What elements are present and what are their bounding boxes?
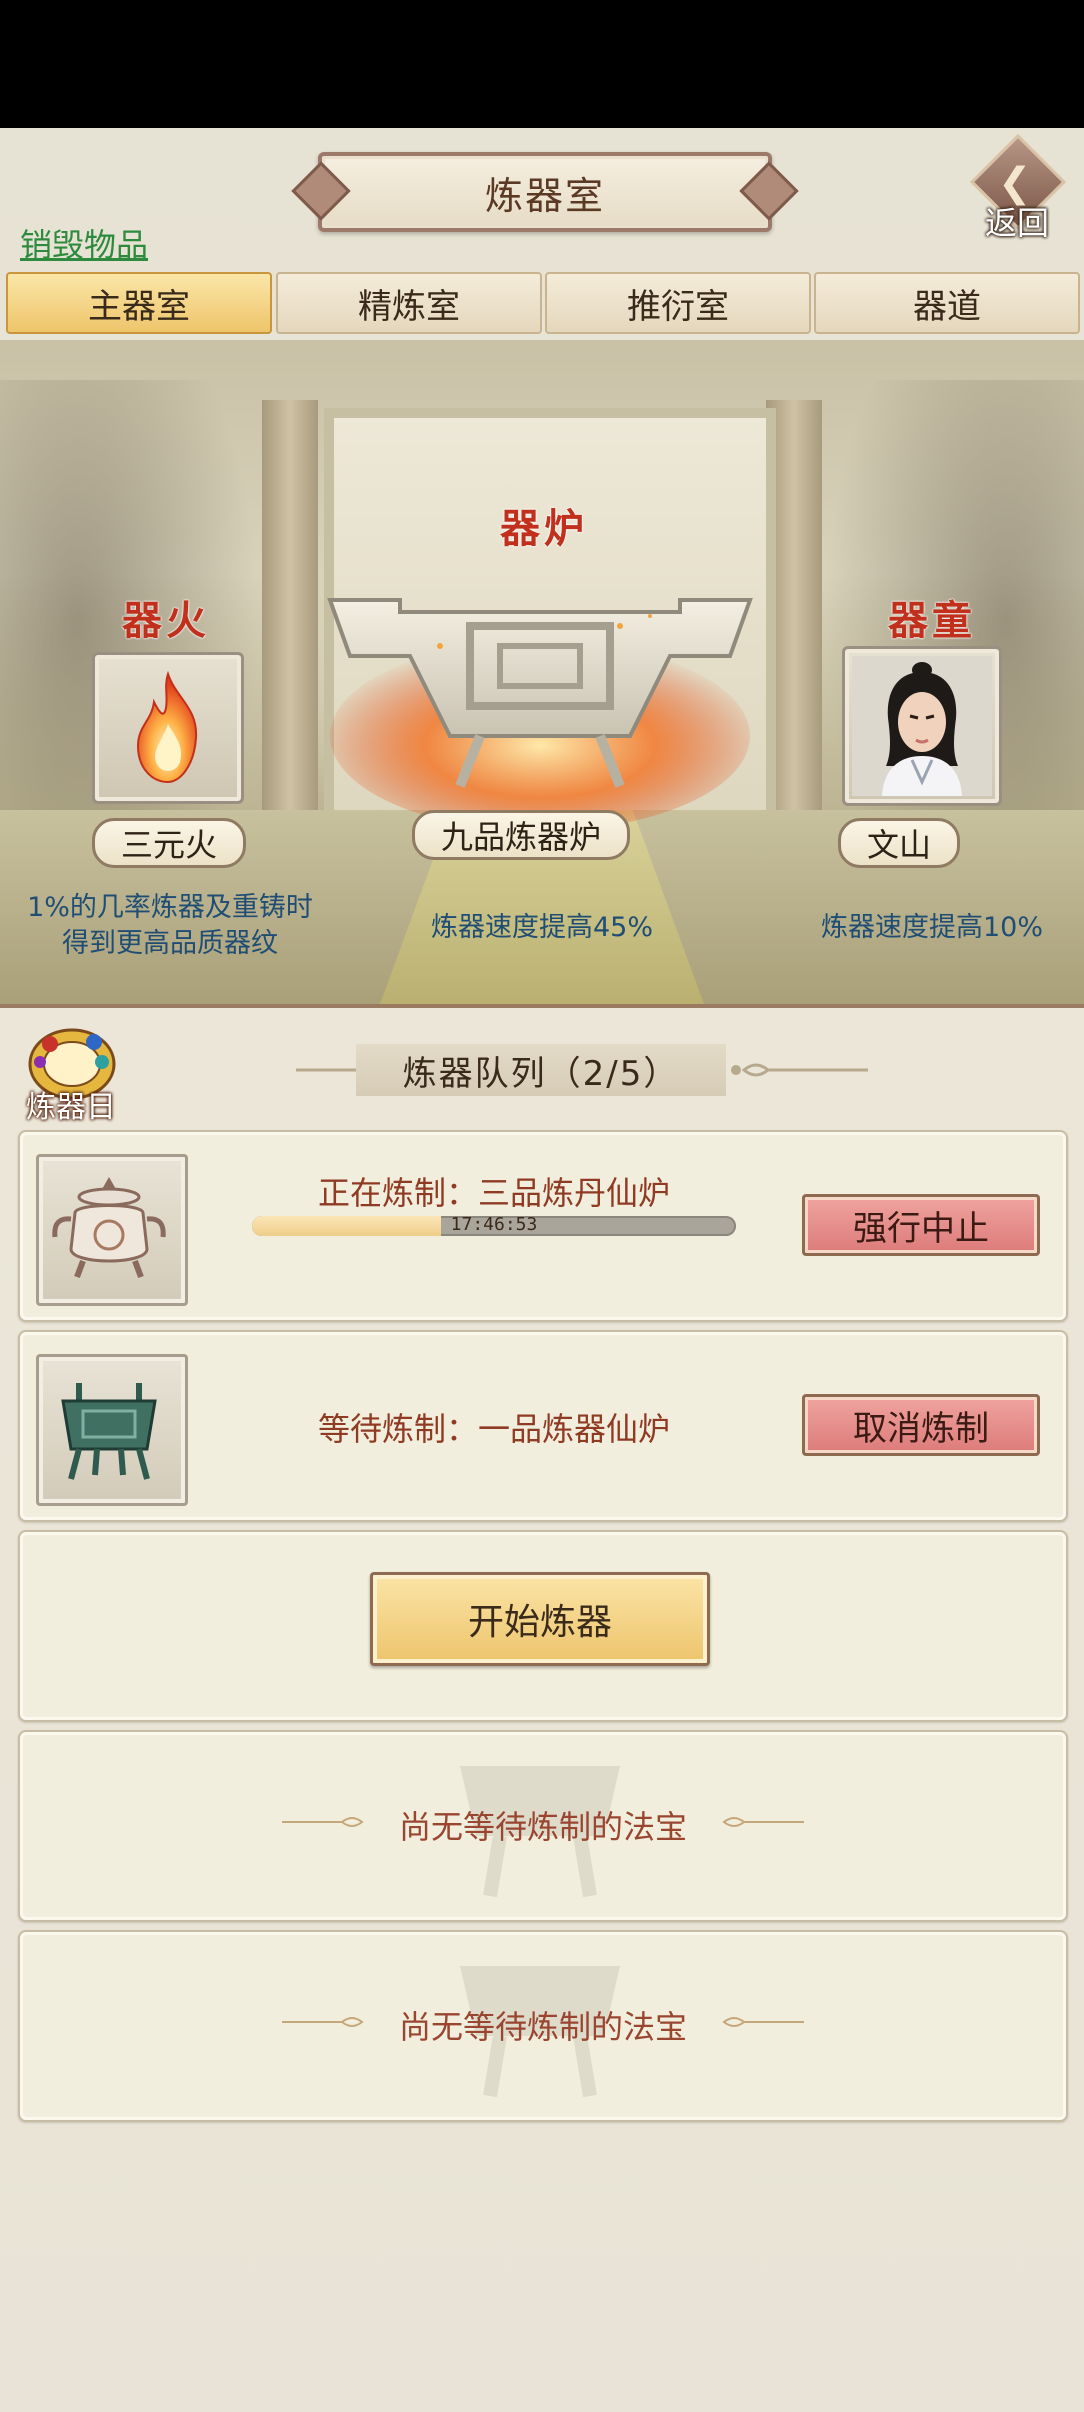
queue-item-2: 等待炼制：一品炼器仙炉 取消炼制: [18, 1330, 1068, 1522]
item-slot-2[interactable]: [36, 1354, 188, 1506]
force-stop-button[interactable]: 强行中止: [802, 1194, 1040, 1256]
flourish-right-icon: [722, 1817, 804, 1827]
flame-icon: [136, 670, 198, 784]
destroy-items-link[interactable]: 销毁物品: [20, 220, 148, 266]
queue-item-1-time: 17:46:53: [450, 1214, 538, 1235]
servant-slot[interactable]: [842, 646, 1002, 806]
empty-slot-1: 尚无等待炼制的法宝: [18, 1730, 1068, 1922]
tab-deduce-room[interactable]: 推衍室: [545, 272, 811, 334]
item-slot-1[interactable]: [36, 1154, 188, 1306]
furnace-desc: 炼器速度提高45%: [430, 912, 653, 943]
fire-name-plate: 三元火: [92, 818, 247, 868]
fire-desc-line2: 得到更高品质器纹: [62, 928, 278, 959]
cancel-forge-button[interactable]: 取消炼制: [802, 1394, 1040, 1456]
queue-item-1: 正在炼制：三品炼丹仙炉 17:46:53 强行中止: [18, 1130, 1068, 1322]
back-button[interactable]: ❮ 返回: [962, 133, 1072, 250]
queue-item-1-status: 正在炼制：三品炼丹仙炉: [317, 1174, 670, 1212]
flourish-right-icon: [722, 2017, 804, 2027]
start-forge-card: 开始炼器: [18, 1530, 1068, 1722]
empty-slot-1-text: 尚无等待炼制的法宝: [398, 1808, 687, 1846]
servant-section-title: 器童: [888, 598, 976, 644]
scene-divider: [0, 1004, 1084, 1008]
start-forge-button[interactable]: 开始炼器: [370, 1572, 710, 1666]
fire-desc-line1: 1%的几率炼器及重铸时: [27, 892, 313, 923]
portrait-icon: [852, 656, 992, 796]
tab-main-room[interactable]: 主器室: [6, 272, 272, 334]
bronze-cauldron-icon: [61, 1383, 157, 1480]
title-flourish-right-icon: [731, 1063, 868, 1077]
tab-refine-room[interactable]: 精炼室: [276, 272, 542, 334]
forge-scene: 器火 三元火 1%的几率炼器及重铸时 得到更高品质器纹 器炉 九品炼器炉 炼器速…: [0, 340, 1084, 1004]
forge-log-button[interactable]: 炼器日志: [12, 1018, 130, 1169]
tab-artifact-way[interactable]: 器道: [814, 272, 1080, 334]
fire-slot[interactable]: [92, 652, 244, 804]
back-label: 返回: [984, 204, 1049, 242]
furnace-icon[interactable]: [320, 586, 760, 836]
empty-slot-2: 尚无等待炼制的法宝: [18, 1930, 1068, 2122]
servant-name-plate: 文山: [838, 818, 961, 868]
fire-section-title: 器火: [122, 598, 210, 644]
furnace-name-plate: 九品炼器炉: [412, 810, 631, 860]
queue-item-2-status: 等待炼制：一品炼器仙炉: [317, 1410, 670, 1448]
queue-title: 炼器队列（2/5）: [356, 1044, 726, 1096]
white-incense-burner-icon: [52, 1177, 166, 1279]
servant-desc: 炼器速度提高10%: [820, 912, 1043, 943]
empty-slot-2-text: 尚无等待炼制的法宝: [398, 2008, 687, 2046]
page-title: 炼器室: [318, 152, 772, 232]
furnace-section-title: 器炉: [500, 506, 588, 552]
